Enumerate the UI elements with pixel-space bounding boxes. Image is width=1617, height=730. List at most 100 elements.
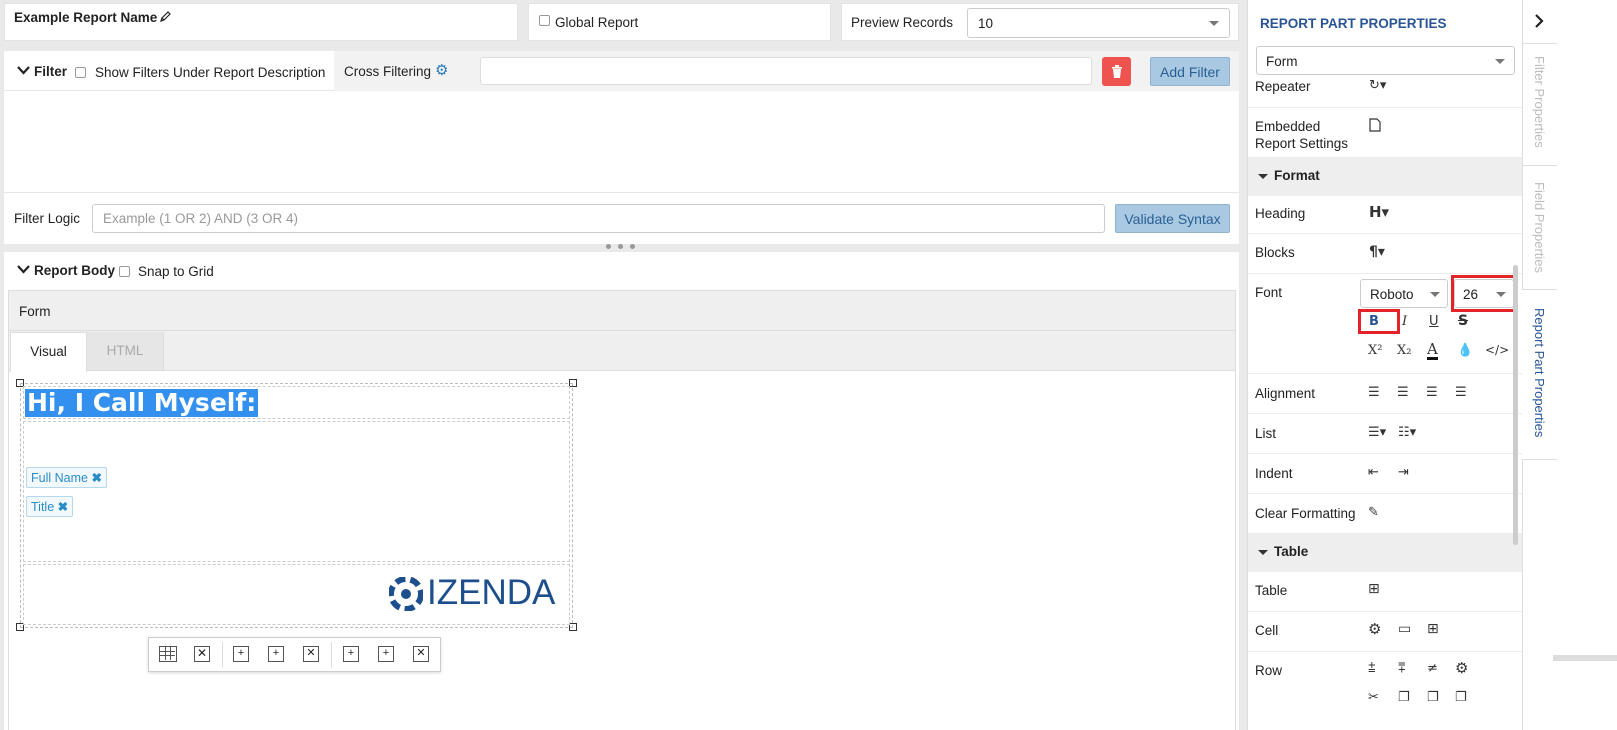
font-family-select[interactable]: Roboto bbox=[1360, 279, 1448, 308]
preview-records-label: Preview Records bbox=[851, 15, 954, 30]
cut-icon[interactable]: ✂ bbox=[1368, 691, 1379, 704]
superscript-icon[interactable]: X² bbox=[1368, 344, 1382, 357]
collapse-chevron-icon[interactable] bbox=[17, 66, 30, 75]
eraser-icon[interactable]: ✎ bbox=[1368, 506, 1379, 519]
numbered-list-icon[interactable]: ☷▾ bbox=[1398, 426, 1416, 439]
global-report-box: Global Report bbox=[528, 3, 831, 41]
form-container: Form Visual HTML Hi, I Call Myself: Full… bbox=[8, 290, 1236, 730]
embedded-report-icon[interactable] bbox=[1369, 118, 1381, 132]
report-body-section: Report Body Snap to Grid Form Visual HTM… bbox=[4, 252, 1239, 730]
pencil-icon[interactable] bbox=[159, 10, 172, 23]
global-report-label: Global Report bbox=[555, 15, 639, 30]
collapse-panel-button[interactable] bbox=[1522, 0, 1557, 44]
gear-icon[interactable]: ⚙ bbox=[435, 63, 448, 78]
snap-to-grid-label: Snap to Grid bbox=[138, 264, 214, 279]
align-right-icon[interactable]: ☰ bbox=[1426, 386, 1438, 399]
field-tag-full-name[interactable]: Full Name ✖ bbox=[26, 467, 107, 488]
font-color-icon[interactable]: A bbox=[1427, 342, 1438, 360]
heading-text[interactable]: Hi, I Call Myself: bbox=[25, 389, 259, 417]
outdent-icon[interactable]: ⇤ bbox=[1368, 466, 1379, 479]
report-name[interactable]: Example Report Name bbox=[14, 10, 157, 25]
insert-row-below-icon[interactable]: + bbox=[268, 646, 284, 662]
cross-filter-input[interactable] bbox=[480, 57, 1092, 85]
report-body-title[interactable]: Report Body bbox=[34, 263, 115, 278]
paragraph-icon[interactable]: ¶▾ bbox=[1369, 245, 1385, 259]
tab-field-properties[interactable]: Field Properties bbox=[1522, 166, 1557, 290]
panel-title: REPORT PART PROPERTIES bbox=[1260, 16, 1447, 31]
insert-row-above-icon[interactable]: + bbox=[233, 646, 249, 662]
chevron-down-icon bbox=[1430, 292, 1440, 297]
background-color-icon[interactable]: 💧 bbox=[1457, 344, 1473, 357]
collapse-icon bbox=[1258, 174, 1268, 179]
part-type-select[interactable]: Form bbox=[1256, 46, 1515, 75]
filter-title[interactable]: Filter bbox=[34, 64, 67, 79]
preview-records-box: Preview Records 10 bbox=[841, 3, 1239, 41]
tab-report-part-properties[interactable]: Report Part Properties bbox=[1522, 290, 1557, 460]
snap-to-grid-checkbox[interactable] bbox=[119, 266, 130, 277]
cross-filtering-label: Cross Filtering bbox=[344, 64, 432, 79]
table-icon[interactable]: ⊞ bbox=[1427, 622, 1439, 636]
code-icon[interactable]: </> bbox=[1485, 344, 1509, 356]
show-filters-checkbox[interactable] bbox=[75, 67, 86, 78]
delete-column-icon[interactable]: ✕ bbox=[413, 646, 429, 662]
form-table[interactable]: Hi, I Call Myself: Full Name ✖ Title ✖ I… bbox=[20, 383, 573, 628]
bullet-list-icon[interactable]: ☰▾ bbox=[1368, 426, 1386, 439]
clipboard-icon[interactable]: ❐ bbox=[1455, 691, 1467, 704]
chevron-down-icon bbox=[1495, 59, 1505, 64]
underline-icon[interactable]: U bbox=[1429, 315, 1439, 328]
delete-table-icon[interactable]: ✕ bbox=[194, 646, 210, 662]
insert-column-left-icon[interactable]: + bbox=[343, 646, 359, 662]
repeater-icon[interactable]: ↻▾ bbox=[1369, 79, 1386, 92]
insert-column-right-icon[interactable]: + bbox=[378, 646, 394, 662]
validate-syntax-button[interactable]: Validate Syntax bbox=[1115, 204, 1230, 233]
format-section-header[interactable]: Format bbox=[1248, 158, 1523, 196]
table-icon[interactable]: ⊞ bbox=[1368, 582, 1380, 596]
scrollbar-horizontal[interactable] bbox=[1553, 655, 1617, 661]
collapse-chevron-icon[interactable] bbox=[17, 265, 30, 274]
remove-icon[interactable]: ✖ bbox=[58, 500, 68, 514]
paste-icon[interactable]: ❐ bbox=[1427, 691, 1439, 704]
delete-filter-button[interactable] bbox=[1102, 57, 1131, 86]
gear-icon[interactable]: ⚙ bbox=[1455, 661, 1468, 676]
insert-row-above-icon[interactable]: ⩱ bbox=[1398, 662, 1406, 675]
resize-handle[interactable] bbox=[606, 244, 636, 249]
add-filter-button[interactable]: Add Filter bbox=[1150, 57, 1230, 86]
heading-icon[interactable]: H▾ bbox=[1369, 205, 1389, 220]
tab-filter-properties[interactable]: Filter Properties bbox=[1522, 44, 1557, 166]
delete-row-icon[interactable]: ≠ bbox=[1427, 662, 1438, 675]
align-left-icon[interactable]: ☰ bbox=[1368, 386, 1380, 399]
cell-icon[interactable]: ▭ bbox=[1398, 622, 1411, 636]
preview-records-select[interactable]: 10 bbox=[967, 8, 1230, 38]
align-justify-icon[interactable]: ☰ bbox=[1455, 386, 1467, 399]
table-properties-icon[interactable] bbox=[159, 646, 177, 662]
indent-row: Indent ⇤ ⇥ bbox=[1248, 454, 1523, 494]
remove-icon[interactable]: ✖ bbox=[91, 471, 101, 485]
design-canvas[interactable]: Hi, I Call Myself: Full Name ✖ Title ✖ I… bbox=[9, 372, 1235, 730]
filter-logic-input[interactable]: Example (1 OR 2) AND (3 OR 4) bbox=[92, 204, 1105, 233]
highlight-box bbox=[1451, 275, 1516, 312]
tab-html[interactable]: HTML bbox=[87, 332, 164, 370]
table-cell[interactable]: IZENDA bbox=[23, 564, 570, 625]
izenda-logo: IZENDA bbox=[389, 573, 569, 613]
field-tag-title[interactable]: Title ✖ bbox=[26, 496, 74, 517]
copy-icon[interactable]: ❐ bbox=[1398, 691, 1410, 704]
table-section-header[interactable]: Table bbox=[1248, 534, 1523, 572]
align-center-icon[interactable]: ☰ bbox=[1397, 386, 1409, 399]
table-cell[interactable]: Full Name ✖ Title ✖ bbox=[23, 421, 570, 562]
table-cell[interactable]: Hi, I Call Myself: bbox=[23, 386, 570, 419]
table-row-prop: Table ⊞ bbox=[1248, 572, 1523, 612]
list-row: List ☰▾ ☷▾ bbox=[1248, 414, 1523, 454]
insert-row-icon[interactable]: ⩲ bbox=[1368, 662, 1376, 675]
global-report-checkbox[interactable] bbox=[539, 15, 550, 26]
scrollbar[interactable] bbox=[1513, 265, 1518, 545]
gear-icon[interactable]: ⚙ bbox=[1368, 622, 1381, 637]
form-label: Form bbox=[19, 304, 51, 319]
izenda-logo-icon bbox=[389, 577, 423, 611]
strikethrough-icon[interactable]: S bbox=[1458, 314, 1468, 328]
tab-visual[interactable]: Visual bbox=[10, 332, 87, 372]
subscript-icon[interactable]: X₂ bbox=[1397, 344, 1411, 357]
indent-icon[interactable]: ⇥ bbox=[1398, 466, 1409, 479]
italic-icon[interactable]: I bbox=[1402, 315, 1407, 328]
delete-row-icon[interactable]: ✕ bbox=[303, 646, 319, 662]
page-margin bbox=[1557, 0, 1617, 730]
